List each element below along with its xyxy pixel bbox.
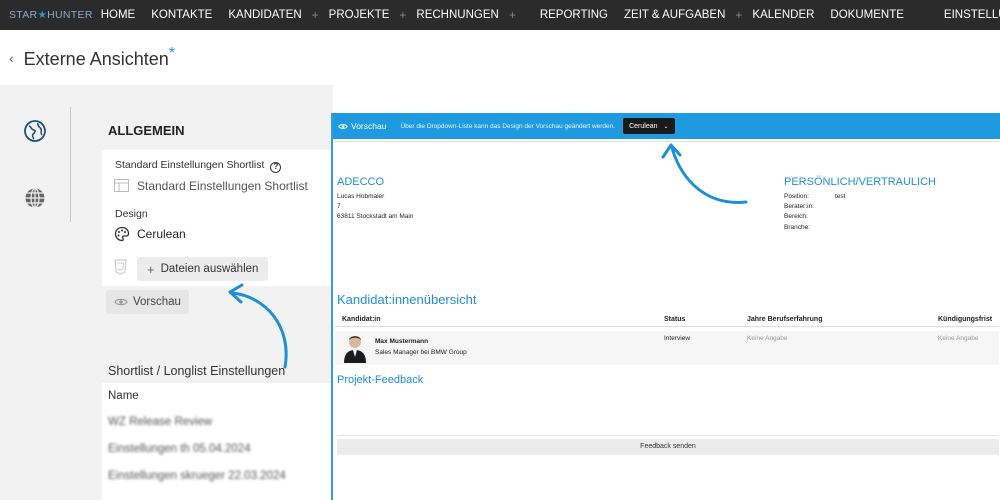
design-dropdown-value: Cerulean: [629, 122, 658, 130]
table-row[interactable]: WZ Release Review: [108, 416, 212, 428]
preview-toolbar: Vorschau Über die Dropdown-Liste kann da…: [333, 113, 1000, 139]
column-header-name: Name: [108, 390, 139, 402]
field-value-position: test: [835, 193, 846, 200]
star-logo-icon: ★: [37, 9, 48, 21]
add-aufgabe-icon[interactable]: +: [733, 8, 744, 22]
candidates-overview-title: Kandidat:innenübersicht: [337, 292, 477, 307]
feedback-textarea[interactable]: [335, 388, 999, 436]
confidential-title: PERSÖNLICH/VERTRAULICH: [784, 176, 936, 188]
candidate-role: Sales Manager bei BMW Group: [375, 349, 467, 356]
nav-zeit-aufgaben[interactable]: ZEIT & AUFGABEN: [616, 9, 733, 21]
eye-icon: [338, 123, 348, 129]
chevron-down-icon: ⌄: [663, 123, 669, 130]
globe-outline-icon[interactable]: [23, 119, 47, 143]
nav-kandidaten[interactable]: KANDIDATEN: [220, 9, 309, 21]
back-chevron-icon[interactable]: ‹: [9, 50, 14, 66]
nav-group-secondary: REPORTING ZEIT & AUFGABEN + KALENDER DOK…: [532, 0, 912, 30]
company-line2: 7: [337, 203, 341, 210]
nav-kalender[interactable]: KALENDER: [744, 9, 822, 21]
table-header-experience: Jahre Berufserfahrung: [747, 316, 823, 323]
annotation-arrow-dropdown: [661, 143, 748, 204]
preview-button-label: Vorschau: [133, 296, 181, 308]
layout-icon: [114, 179, 129, 192]
preview-toolbar-title: Vorschau: [351, 121, 387, 131]
page-title-text: Externe Ansichten: [23, 49, 169, 69]
globe-icon[interactable]: [23, 186, 47, 210]
standard-settings-select[interactable]: Standard Einstellungen Shortlist: [137, 179, 308, 193]
nav-group-main: HOME KONTAKTE KANDIDATEN + PROJEKTE + RE…: [93, 0, 518, 30]
divider: [335, 326, 999, 327]
nav-dokumente[interactable]: DOKUMENTE: [822, 9, 911, 21]
annotation-arrow-preview: [228, 283, 288, 369]
field-label-berater: Berater:in:: [784, 203, 814, 210]
design-label: Design: [115, 208, 148, 220]
palette-icon: [114, 226, 130, 242]
design-select[interactable]: Cerulean: [137, 227, 186, 241]
css-file-icon: [114, 259, 127, 275]
plus-icon: +: [147, 261, 155, 277]
company-name: ADECCO: [337, 176, 385, 188]
table-row[interactable]: Einstellungen th 05.04.2024: [108, 443, 251, 455]
add-rechnung-icon[interactable]: +: [507, 8, 518, 22]
project-feedback-title: Projekt-Feedback: [337, 374, 424, 386]
table-header-notice: Kündigungsfrist: [938, 316, 993, 323]
nav-rechnungen[interactable]: RECHNUNGEN: [408, 9, 506, 21]
preview-hint: Über die Dropdown-Liste kann das Design …: [400, 122, 616, 130]
upload-files-label: Dateien auswählen: [160, 263, 259, 275]
company-contact: Lucas Hobmaier: [337, 193, 385, 200]
add-projekt-icon[interactable]: +: [397, 8, 408, 22]
candidate-name[interactable]: Max Mustermann: [375, 338, 428, 345]
nav-home[interactable]: HOME: [93, 9, 144, 21]
candidate-notice: Keine Angabe: [938, 335, 979, 342]
nav-projekte[interactable]: PROJEKTE: [321, 9, 398, 21]
top-navigation: STAR★HUNTER HOME KONTAKTE KANDIDATEN + P…: [0, 0, 1000, 30]
section-title-allgemein: ALLGEMEIN: [108, 123, 185, 138]
help-icon[interactable]: ?: [270, 162, 282, 173]
nav-reporting[interactable]: REPORTING: [532, 9, 616, 21]
field-label-bereich: Bereich:: [784, 213, 808, 220]
upload-files-button[interactable]: + Dateien auswählen: [137, 257, 269, 281]
table-header-kandidat: Kandidat:in: [342, 316, 381, 323]
standard-settings-label: Standard Einstellungen Shortlist?: [115, 159, 282, 173]
table-row[interactable]: Einstellungen skrueger 22.03.2024: [108, 470, 286, 482]
send-feedback-button[interactable]: Feedback senden: [337, 439, 999, 455]
logo-text-hunter: HUNTER: [47, 9, 93, 21]
standard-settings-label-text: Standard Einstellungen Shortlist: [115, 159, 265, 171]
nav-kontakte[interactable]: KONTAKTE: [143, 9, 220, 21]
field-label-branche: Branche:: [784, 224, 811, 231]
company-address: 63811 Stockstadt am Main: [337, 213, 414, 220]
candidate-avatar: [344, 336, 366, 363]
page-title: Externe Ansichten*: [24, 45, 175, 70]
logo-text-star: STAR: [9, 9, 38, 21]
candidate-status: Interview: [664, 335, 691, 342]
nav-einstellungen[interactable]: EINSTELLUNGEN: [936, 9, 1000, 21]
add-kandidat-icon[interactable]: +: [310, 8, 321, 22]
table-header-status: Status: [664, 316, 686, 323]
design-dropdown[interactable]: Cerulean ⌄: [623, 118, 675, 134]
field-label-position: Position:: [784, 193, 809, 200]
title-star: *: [168, 45, 175, 62]
preview-button[interactable]: Vorschau: [106, 290, 189, 314]
starhunter-logo[interactable]: STAR★HUNTER: [0, 9, 93, 21]
icon-column-divider: [70, 107, 71, 222]
page-header: ‹ Externe Ansichten*: [0, 30, 1000, 85]
candidate-experience: Keine Angabe: [747, 335, 788, 342]
eye-icon: [114, 298, 128, 306]
